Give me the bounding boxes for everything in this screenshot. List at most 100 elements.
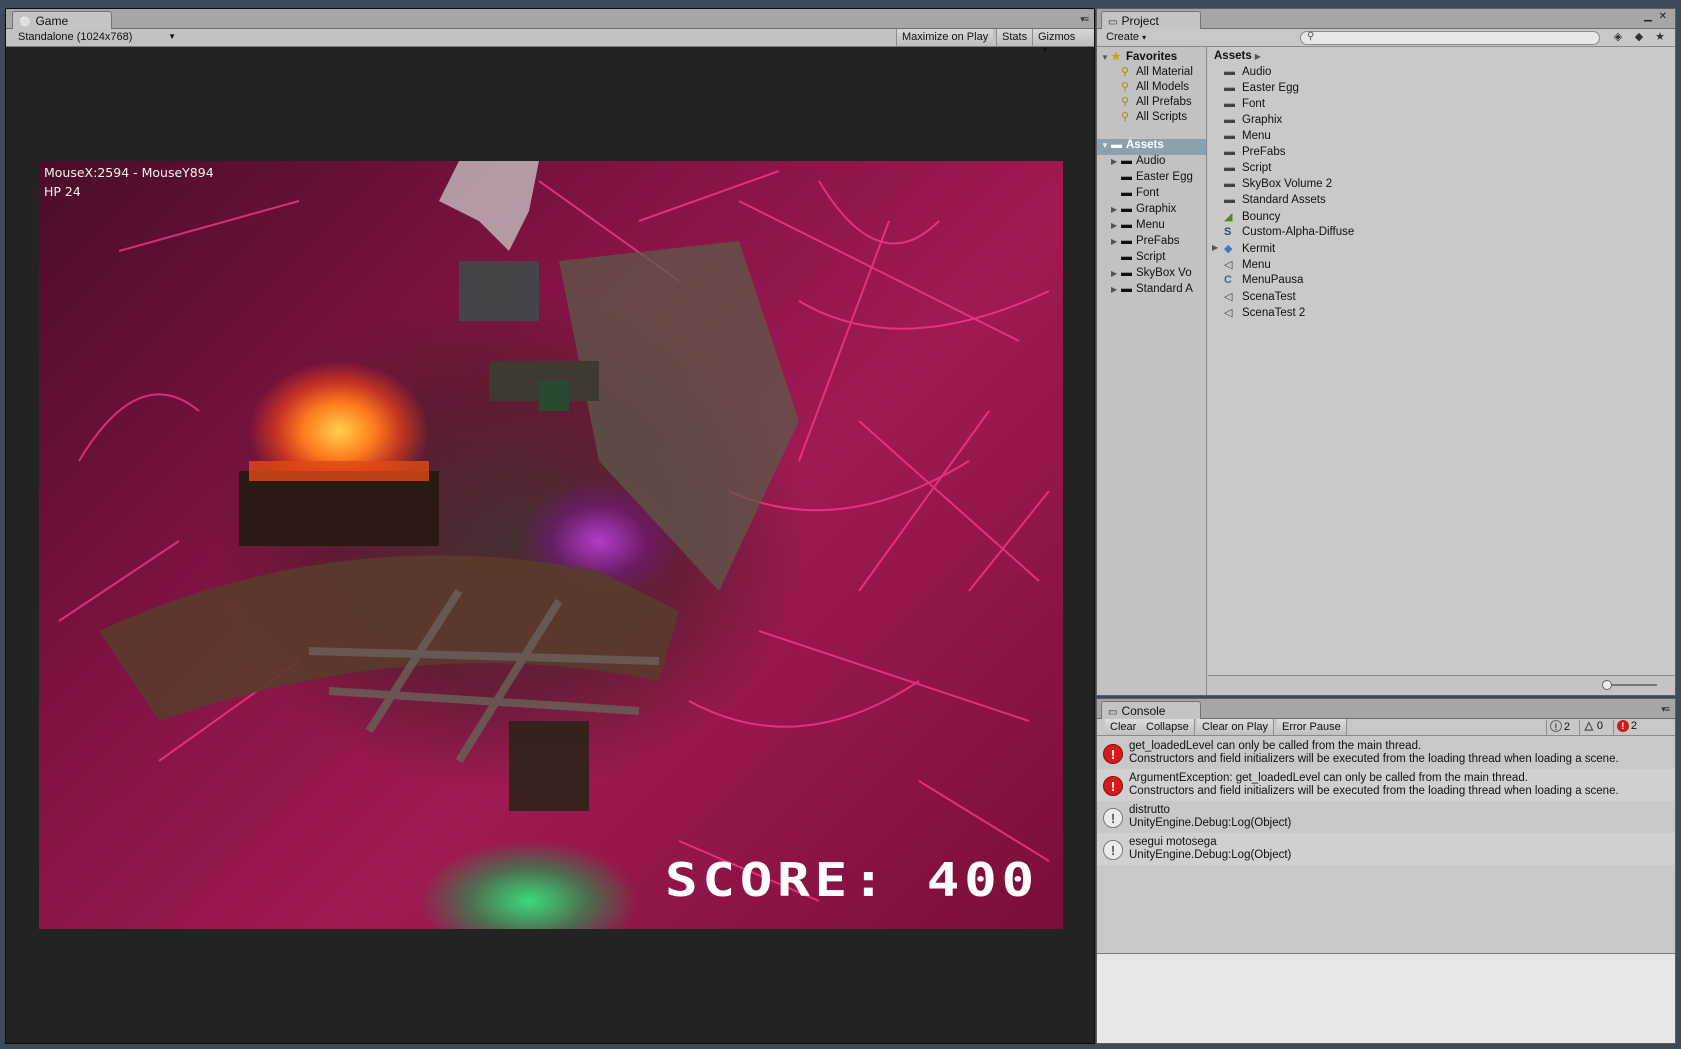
tree-folder-label: Audio [1136, 155, 1166, 167]
search-icon: ⚲ [1121, 111, 1130, 123]
asset-item[interactable]: C MenuPausa [1224, 274, 1303, 290]
game-tab-icon: ⚪ [19, 17, 32, 28]
icon-size-slider[interactable] [1602, 680, 1657, 690]
expand-arrow-icon: ▶ [1111, 205, 1118, 214]
console-detail-pane[interactable] [1097, 953, 1675, 1043]
asset-label: Standard Assets [1242, 194, 1326, 206]
tree-asset-folder[interactable]: ▶ ▬ Menu [1111, 219, 1165, 235]
tree-asset-folder[interactable]: ▬ Easter Egg [1111, 171, 1193, 187]
asset-item[interactable]: ▬ Graphix [1224, 114, 1282, 130]
asset-item[interactable]: ▬ Standard Assets [1224, 194, 1326, 210]
expand-arrow-icon: ▼ [1101, 53, 1109, 62]
game-view[interactable]: MouseX:2594 - MouseY894 HP 24 SCORE: 400 [39, 161, 1063, 929]
search-icon: ⚲ [1121, 81, 1130, 93]
tree-asset-folder[interactable]: ▶ ▬ Standard A [1111, 283, 1193, 299]
game-tab-label: Game [35, 14, 69, 28]
asset-item[interactable]: ◁ Menu [1224, 258, 1271, 274]
tree-asset-folder[interactable]: ▬ Script [1111, 251, 1165, 267]
log-entry[interactable]: ! ArgumentException: get_loadedLevel can… [1097, 769, 1675, 801]
search-input[interactable]: ⚲ [1300, 31, 1600, 45]
tree-folder-label: Menu [1136, 219, 1165, 231]
tab-game[interactable]: ⚪ Game [12, 11, 112, 30]
breadcrumb[interactable]: Assets ▶ [1214, 50, 1261, 62]
asset-label: ScenaTest 2 [1242, 307, 1306, 319]
folder-icon: ▬ [1121, 267, 1132, 279]
tree-favorite-item[interactable]: ⚲ All Material [1121, 65, 1193, 81]
turret-core [539, 381, 569, 411]
tree-asset-folder[interactable]: ▶ ▬ Graphix [1111, 203, 1176, 219]
asset-label: Script [1242, 162, 1272, 174]
tree-asset-folder[interactable]: ▶ ▬ Audio [1111, 155, 1165, 171]
asset-item[interactable]: ◁ ScenaTest [1224, 290, 1296, 306]
tree-asset-folder[interactable]: ▶ ▬ PreFabs [1111, 235, 1179, 251]
asset-item[interactable]: ▶ ◆ Kermit [1212, 242, 1275, 258]
tab-console[interactable]: ▭ Console [1101, 701, 1201, 720]
maximize-on-play-button[interactable]: Maximize on Play [896, 29, 994, 46]
chevron-down-icon: ▼ [168, 32, 176, 41]
tree-favorites[interactable]: ▼ ★ Favorites [1101, 50, 1177, 66]
asset-label: Easter Egg [1242, 82, 1299, 94]
clear-button[interactable]: Clear [1105, 719, 1143, 735]
asset-label: Graphix [1242, 114, 1283, 126]
folder-icon: ▬ [1121, 203, 1132, 215]
expand-arrow-icon[interactable]: ▶ [1212, 243, 1218, 252]
window-controls-icon[interactable]: ▁ ✕ [1644, 11, 1669, 22]
tree-favorite-item[interactable]: ⚲ All Scripts [1121, 110, 1187, 126]
tree-folder-label: SkyBox Vo [1136, 267, 1192, 279]
panel-menu-icon[interactable]: ▾≡ [1661, 704, 1670, 715]
tree-asset-folder[interactable]: ▶ ▬ SkyBox Vo [1111, 267, 1192, 283]
expand-arrow-icon: ▶ [1111, 285, 1118, 294]
log-entry[interactable]: ! esegui motosega UnityEngine.Debug:Log(… [1097, 833, 1675, 865]
clear-on-play-button[interactable]: Clear on Play [1197, 719, 1275, 735]
brazier [239, 471, 439, 546]
rock-wall [559, 241, 799, 591]
collapse-button[interactable]: Collapse [1141, 719, 1195, 735]
search-by-label-icon[interactable]: ◆ [1630, 30, 1648, 46]
shader-icon: S [1224, 226, 1232, 238]
tree-asset-folder[interactable]: ▬ Font [1111, 187, 1159, 203]
tree-favorite-item[interactable]: ⚲ All Prefabs [1121, 95, 1192, 111]
search-by-type-icon[interactable]: ◈ [1609, 30, 1627, 46]
game-scene-render [58, 161, 1050, 902]
asset-item[interactable]: ◢ Bouncy [1224, 210, 1280, 226]
tree-favorite-label: All Prefabs [1136, 96, 1192, 108]
tab-project[interactable]: ▭ Project [1101, 11, 1201, 30]
asset-label: SkyBox Volume 2 [1242, 178, 1333, 190]
save-search-icon[interactable]: ★ [1651, 30, 1669, 46]
mouse-coordinates-text: MouseX:2594 - MouseY894 [44, 165, 214, 180]
project-tab-strip: ▭ Project ▁ ✕ [1097, 9, 1675, 30]
asset-item[interactable]: ▬ Menu [1224, 130, 1271, 146]
log-entry[interactable]: ! get_loadedLevel can only be called fro… [1097, 737, 1675, 769]
asset-item[interactable]: ◁ ScenaTest 2 [1224, 306, 1305, 322]
info-count-toggle[interactable]: ! 2 [1545, 720, 1573, 735]
resolution-dropdown[interactable]: Standalone (1024x768) ▼ [12, 30, 180, 45]
panel-menu-icon[interactable]: ▾≡ [1080, 14, 1089, 25]
log-entry[interactable]: ! distrutto UnityEngine.Debug:Log(Object… [1097, 801, 1675, 833]
console-tab-strip: ▭ Console ▾≡ [1097, 699, 1675, 720]
log-message: distrutto [1129, 804, 1170, 816]
asset-item[interactable]: ▬ Audio [1224, 66, 1271, 82]
game-tab-strip: ⚪ Game ▾≡ [6, 9, 1094, 30]
tree-favorite-label: All Scripts [1136, 111, 1188, 123]
asset-item[interactable]: ▬ Font [1224, 98, 1265, 114]
asset-item[interactable]: ▬ PreFabs [1224, 146, 1285, 162]
asset-item[interactable]: S Custom-Alpha-Diffuse [1224, 226, 1354, 242]
stats-button[interactable]: Stats [996, 29, 1033, 46]
error-count-toggle[interactable]: ! 2 [1612, 720, 1640, 735]
script-icon: C [1224, 274, 1232, 286]
asset-label: MenuPausa [1242, 274, 1304, 286]
asset-item[interactable]: ▬ Easter Egg [1224, 82, 1299, 98]
tree-favorite-item[interactable]: ⚲ All Models [1121, 80, 1189, 96]
create-button[interactable]: Create ▾ [1102, 30, 1150, 46]
slider-knob[interactable] [1602, 680, 1612, 690]
folder-icon: ▬ [1121, 283, 1132, 295]
warning-count-toggle[interactable]: △ 0 [1578, 720, 1606, 735]
gizmos-button[interactable]: Gizmos ▼ [1032, 29, 1094, 54]
tree-assets[interactable]: ▼ ▬ Assets [1097, 139, 1206, 155]
project-toolbar: Create ▾ ⚲ ◈ ◆ ★ [1097, 29, 1675, 47]
folder-icon: ▬ [1224, 114, 1235, 126]
error-pause-button[interactable]: Error Pause [1277, 719, 1347, 735]
asset-item[interactable]: ▬ Script [1224, 162, 1271, 178]
favorites-label: Favorites [1126, 51, 1178, 63]
asset-item[interactable]: ▬ SkyBox Volume 2 [1224, 178, 1332, 194]
